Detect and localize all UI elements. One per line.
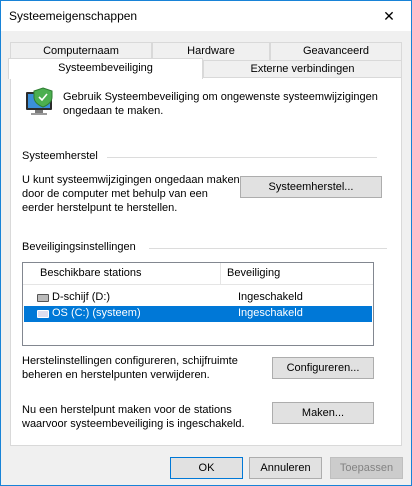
system-drive-icon xyxy=(37,310,49,318)
tab-label: Computernaam xyxy=(43,45,119,57)
column-header-drives[interactable]: Beschikbare stations xyxy=(40,267,142,279)
system-protection-icon xyxy=(26,87,53,115)
drive-icon xyxy=(37,294,49,302)
tab-label: Externe verbindingen xyxy=(250,63,355,75)
button-label: Maken... xyxy=(301,407,345,419)
button-label: Configureren... xyxy=(286,362,360,374)
restore-heading: Systeemherstel xyxy=(22,150,98,162)
drive-status: Ingeschakeld xyxy=(238,307,303,319)
tab-panel: Gebruik Systeembeveiliging om ongewenste… xyxy=(10,77,402,446)
system-restore-button[interactable]: Systeemherstel... xyxy=(240,176,382,198)
close-icon: ✕ xyxy=(383,7,395,24)
drives-list[interactable]: Beschikbare stations Beveiliging D-schij… xyxy=(22,262,374,346)
column-header-protection[interactable]: Beveiliging xyxy=(227,267,280,279)
cancel-button[interactable]: Annuleren xyxy=(249,457,322,479)
button-label: OK xyxy=(198,462,215,474)
drive-row-d[interactable]: D-schijf (D:) Ingeschakeld xyxy=(24,290,372,306)
tab-system-protection[interactable]: Systeembeveiliging xyxy=(8,58,203,79)
tab-label: Geavanceerd xyxy=(302,45,370,57)
protection-heading: Beveiligingsinstellingen xyxy=(22,241,136,253)
tab-advanced[interactable]: Geavanceerd xyxy=(270,42,402,60)
list-header: Beschikbare stations Beveiliging xyxy=(23,263,373,285)
button-label: Toepassen xyxy=(339,462,394,474)
system-properties-window: Systeemeigenschappen ✕ Computernaam Hard… xyxy=(0,0,412,486)
tab-label: Systeembeveiliging xyxy=(58,62,153,74)
close-button[interactable]: ✕ xyxy=(367,1,411,31)
restore-description: U kunt systeemwijzigingen ongedaan maken… xyxy=(22,174,240,214)
configure-description: Herstelinstellingen configureren, schijf… xyxy=(22,355,238,381)
tab-remote[interactable]: Externe verbindingen xyxy=(203,60,402,78)
column-separator xyxy=(220,263,221,285)
restore-divider xyxy=(107,157,377,158)
window-title: Systeemeigenschappen xyxy=(9,9,138,23)
drive-name: OS (C:) (systeem) xyxy=(52,307,141,319)
drive-row-c[interactable]: OS (C:) (systeem) Ingeschakeld xyxy=(24,306,372,322)
tab-label: Hardware xyxy=(187,45,235,57)
dialog-button-bar: OK Annuleren Toepassen xyxy=(1,451,411,485)
create-description: Nu een herstelpunt maken voor de station… xyxy=(22,404,245,430)
intro-text: Gebruik Systeembeveiliging om ongewenste… xyxy=(63,91,378,117)
apply-button[interactable]: Toepassen xyxy=(330,457,403,479)
drive-name: D-schijf (D:) xyxy=(52,291,111,303)
configure-button[interactable]: Configureren... xyxy=(272,357,374,379)
button-label: Systeemherstel... xyxy=(268,181,354,193)
ok-button[interactable]: OK xyxy=(170,457,243,479)
create-button[interactable]: Maken... xyxy=(272,402,374,424)
title-bar: Systeemeigenschappen ✕ xyxy=(1,1,411,31)
button-label: Annuleren xyxy=(260,462,311,474)
protection-divider xyxy=(149,248,387,249)
drive-status: Ingeschakeld xyxy=(238,291,303,303)
